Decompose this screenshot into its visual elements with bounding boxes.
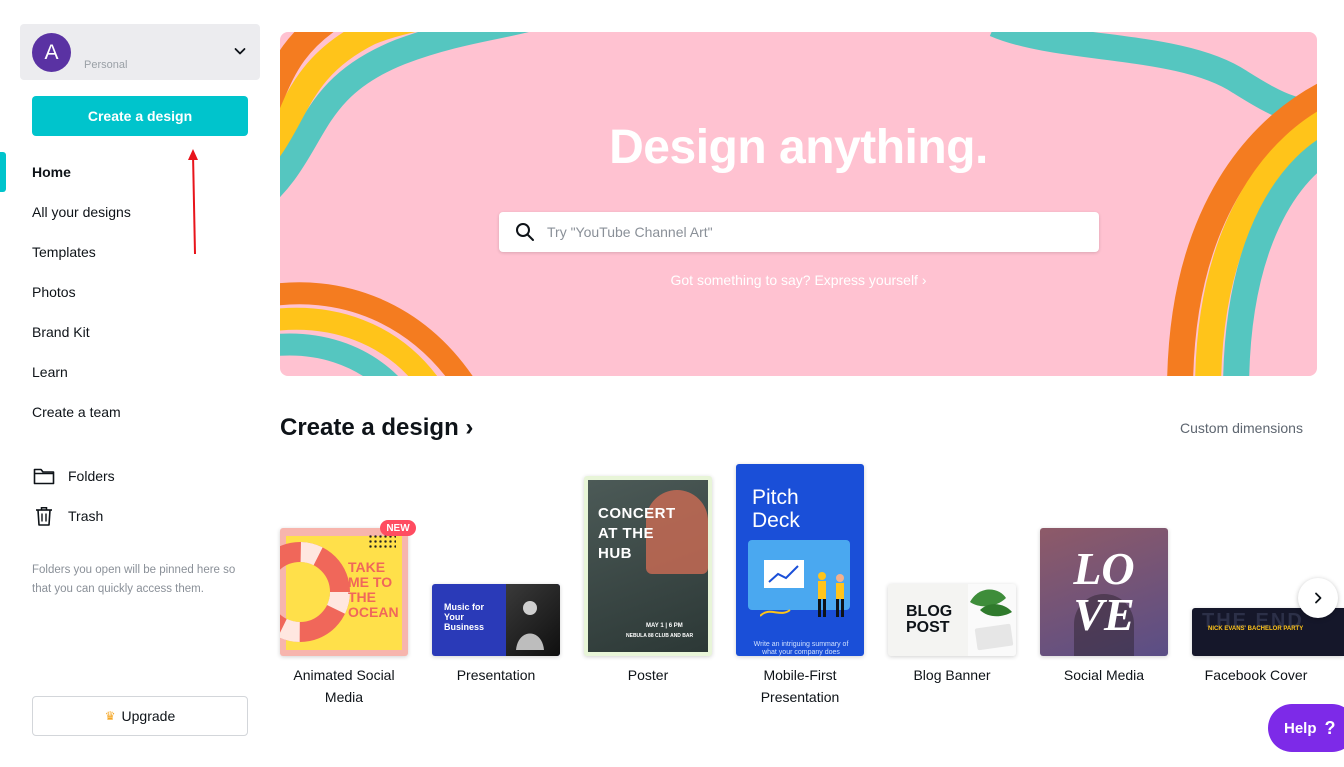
sidebar-item-photos[interactable]: Photos: [32, 272, 131, 312]
hero-waves-illustration: [280, 32, 1317, 376]
help-button[interactable]: Help ?: [1268, 704, 1344, 752]
mobile-presentation-thumb-sub: Write an intriguing summary of what your…: [753, 641, 849, 656]
animated-social-thumbnail: TAKE ME TO THE OCEAN: [280, 528, 408, 656]
chevron-right-icon: [1315, 592, 1322, 604]
create-design-button[interactable]: Create a design: [32, 96, 248, 136]
crown-icon: ♛: [104, 709, 116, 723]
help-label: Help: [1284, 719, 1317, 737]
hero-title: Design anything.: [609, 121, 988, 174]
chevron-down-icon: [234, 48, 246, 55]
presentation-label: Presentation: [456, 667, 536, 683]
folder-icon: [32, 464, 56, 488]
presentation-thumbnail: Music for Your Business: [432, 584, 560, 656]
sidebar: A Personal Create a design Home All your…: [0, 0, 268, 767]
poster-thumbnail: CONCERT AT THE HUB MAY 1 | 6 PM NEBULA 8…: [584, 476, 712, 656]
search-icon: [513, 220, 537, 244]
create-design-heading[interactable]: Create a design ›: [280, 414, 473, 442]
social-media-thumbnail: LO VE: [1040, 528, 1168, 656]
avatar: A: [32, 33, 71, 72]
question-mark-icon: ?: [1324, 717, 1336, 738]
poster-thumb-venue: NEBULA 88 CLUB AND BAR: [626, 633, 694, 639]
facebook-cover-label: Facebook Cover: [1204, 667, 1308, 683]
mobile-presentation-thumbnail: Pitch Deck Write an intriguing summary o…: [736, 464, 864, 656]
sidebar-item-home[interactable]: Home: [32, 152, 131, 192]
active-nav-indicator: [0, 152, 6, 192]
mobile-presentation-thumb-text: Pitch Deck: [752, 486, 800, 532]
annotation-arrow: [188, 149, 198, 255]
design-search-bar[interactable]: [499, 212, 1099, 252]
express-yourself-link[interactable]: Got something to say? Express yourself ›: [280, 272, 1317, 288]
sidebar-item-all-designs[interactable]: All your designs: [32, 192, 131, 232]
sidebar-item-trash[interactable]: Trash: [32, 496, 103, 536]
social-media-label: Social Media: [1063, 667, 1145, 683]
animated-social-thumb-text: TAKE ME TO THE OCEAN: [348, 559, 399, 620]
hero-banner: Design anything. Got something to say? E…: [280, 32, 1317, 376]
trash-icon: [32, 504, 56, 528]
sidebar-item-templates[interactable]: Templates: [32, 232, 131, 272]
folders-label: Folders: [68, 468, 115, 484]
new-badge: NEW: [380, 520, 416, 536]
mobile-first-presentation-label: Mobile-First Presentation: [760, 667, 840, 705]
sidebar-item-folders[interactable]: Folders: [32, 456, 115, 496]
life-ring-icon: [280, 542, 350, 642]
sidebar-item-learn[interactable]: Learn: [32, 352, 131, 392]
poster-label: Poster: [627, 667, 669, 683]
sidebar-nav: Home All your designs Templates Photos B…: [32, 152, 131, 432]
presentation-thumb-text: Music for Your Business: [444, 602, 485, 632]
animated-social-media-label: Animated Social Media: [293, 667, 395, 705]
carousel-next-button[interactable]: [1298, 578, 1338, 618]
blog-banner-label: Blog Banner: [913, 667, 991, 683]
poster-thumb-text: CONCERT AT THE HUB: [598, 505, 676, 562]
blog-banner-thumb-text: BLOG POST: [906, 603, 953, 636]
sidebar-item-create-team[interactable]: Create a team: [32, 392, 131, 432]
trash-label: Trash: [68, 508, 104, 524]
account-type-label: Personal: [84, 59, 128, 71]
facebook-cover-thumb-text: NICK EVANS' BACHELOR PARTY: [1208, 626, 1304, 632]
upgrade-label: Upgrade: [121, 708, 176, 724]
account-switcher[interactable]: A Personal: [20, 24, 260, 80]
blog-banner-thumbnail: BLOG POST: [888, 584, 1016, 656]
search-input[interactable]: [547, 224, 1087, 240]
pinned-folders-hint: Folders you open will be pinned here so …: [32, 564, 236, 595]
sidebar-item-brand-kit[interactable]: Brand Kit: [32, 312, 131, 352]
custom-dimensions-link[interactable]: Custom dimensions: [1180, 420, 1303, 436]
upgrade-button[interactable]: ♛ Upgrade: [32, 696, 248, 736]
poster-thumb-date: MAY 1 | 6 PM: [646, 623, 683, 629]
social-media-thumb-text: LO VE: [1073, 543, 1135, 640]
